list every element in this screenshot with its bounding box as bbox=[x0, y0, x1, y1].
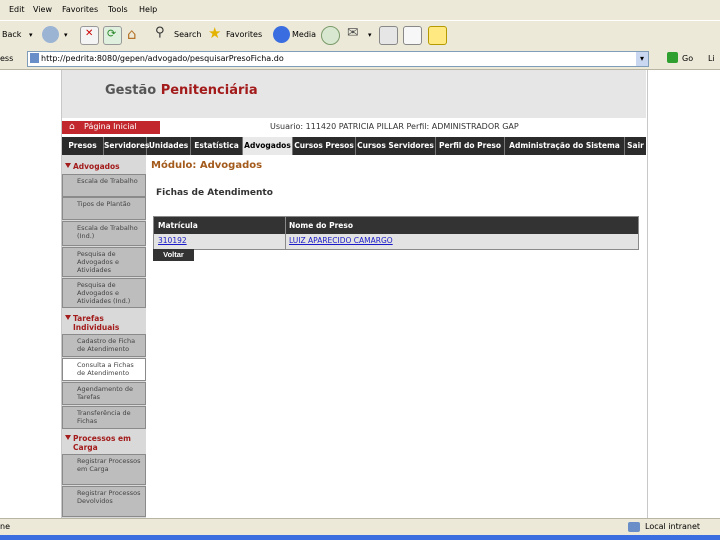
menu-edit[interactable]: Edit bbox=[9, 5, 25, 14]
nav-estatistica[interactable]: Estatística bbox=[191, 137, 243, 155]
collapse-arrow-icon bbox=[65, 315, 71, 320]
mail-icon[interactable]: ✉ bbox=[347, 25, 364, 43]
page-icon bbox=[30, 53, 39, 63]
status-bar: ne Local intranet bbox=[0, 518, 720, 536]
edit-icon[interactable] bbox=[403, 26, 422, 45]
links-label[interactable]: Li bbox=[708, 54, 715, 63]
go-button[interactable]: Go bbox=[682, 54, 693, 63]
address-url: http://pedrita:8080/gepen/advogado/pesqu… bbox=[41, 54, 284, 63]
table-header: Matrícula Nome do Preso bbox=[154, 217, 638, 234]
sidebar-item-pesquisa-de-advogados-ind[interactable]: Pesquisa de Advogados e Atividades (Ind.… bbox=[62, 278, 146, 308]
sidebar-item-tipos-de-plantao[interactable]: Tipos de Plantão bbox=[62, 197, 146, 220]
menu-view[interactable]: View bbox=[33, 5, 52, 14]
sidebar: Advogados Escala de Trabalho Tipos de Pl… bbox=[62, 155, 146, 518]
address-input[interactable]: http://pedrita:8080/gepen/advogado/pesqu… bbox=[27, 51, 649, 67]
search-icon[interactable]: ⚲ bbox=[154, 25, 171, 43]
table-row: 310192 LUIZ APARECIDO CAMARGO bbox=[154, 234, 638, 249]
brand-part2: Penitenciária bbox=[160, 83, 258, 98]
home-icon-small: ⌂ bbox=[69, 122, 75, 132]
favorites-button[interactable]: Favorites bbox=[226, 30, 262, 39]
nav-servidores[interactable]: Servidores bbox=[104, 137, 149, 155]
sidebar-item-pesquisa-de-advogados[interactable]: Pesquisa de Advogados e Atividades bbox=[62, 247, 146, 277]
main-nav: Presos Servidores Unidades Estatística A… bbox=[62, 137, 646, 155]
cell-nome-do-preso-link[interactable]: LUIZ APARECIDO CAMARGO bbox=[289, 236, 393, 245]
forward-icon[interactable] bbox=[42, 26, 59, 43]
nav-administracao[interactable]: Administração do Sistema bbox=[505, 137, 625, 155]
back-button[interactable]: Back bbox=[2, 30, 21, 39]
search-button[interactable]: Search bbox=[174, 30, 201, 39]
sidebar-item-agendamento-de-tarefas[interactable]: Agendamento de Tarefas bbox=[62, 382, 146, 405]
menu-tools[interactable]: Tools bbox=[108, 5, 128, 14]
sidebar-item-transferencia-de-fichas[interactable]: Transferência de Fichas bbox=[62, 406, 146, 429]
nav-unidades[interactable]: Unidades bbox=[147, 137, 191, 155]
cell-matricula-link[interactable]: 310192 bbox=[158, 236, 187, 245]
info-bar: ⌂ Página Inicial Usuario: 111420 PATRICI… bbox=[62, 118, 646, 136]
home-tab-label: Página Inicial bbox=[84, 122, 137, 131]
security-zone-label: Local intranet bbox=[645, 522, 701, 531]
media-icon[interactable] bbox=[273, 26, 290, 43]
voltar-button[interactable]: Voltar bbox=[153, 249, 194, 261]
sidebar-item-consulta-a-fichas[interactable]: Consulta a Fichas de Atendimento bbox=[62, 358, 146, 381]
sidebar-section-advogados[interactable]: Advogados bbox=[62, 162, 146, 172]
site-logo: Gestão Penitenciária bbox=[105, 83, 258, 98]
results-table: Matrícula Nome do Preso 310192 LUIZ APAR… bbox=[153, 216, 639, 250]
browser-toolbar: Back ▾ ▾ ✕ ⟳ ⌂ ⚲ Search ★ Favorites Medi… bbox=[0, 20, 720, 50]
taskbar bbox=[0, 535, 720, 540]
collapse-arrow-icon bbox=[65, 163, 71, 168]
nav-presos[interactable]: Presos bbox=[62, 137, 104, 155]
brand-part1: Gestão bbox=[105, 83, 157, 98]
back-dropdown-icon[interactable]: ▾ bbox=[29, 31, 33, 39]
nav-advogados[interactable]: Advogados bbox=[243, 137, 293, 155]
site-header: Gestão Penitenciária bbox=[62, 70, 646, 118]
print-icon[interactable] bbox=[379, 26, 398, 45]
nav-cursos-presos[interactable]: Cursos Presos bbox=[293, 137, 356, 155]
sidebar-item-escala-de-trabalho-ind[interactable]: Escala de Trabalho (Ind.) bbox=[62, 221, 146, 246]
address-label: ess bbox=[0, 54, 14, 63]
column-header-matricula[interactable]: Matrícula bbox=[158, 217, 198, 234]
stop-icon[interactable]: ✕ bbox=[80, 26, 99, 45]
intranet-icon bbox=[628, 522, 640, 532]
nav-cursos-servidores[interactable]: Cursos Servidores bbox=[356, 137, 436, 155]
sidebar-item-registrar-processos-devolvidos[interactable]: Registrar Processos Devolvidos bbox=[62, 486, 146, 517]
address-bar-row: ess http://pedrita:8080/gepen/advogado/p… bbox=[0, 49, 720, 70]
home-icon[interactable]: ⌂ bbox=[126, 25, 143, 43]
sidebar-item-cadastro-de-ficha[interactable]: Cadastro de Ficha de Atendimento bbox=[62, 334, 146, 357]
collapse-arrow-icon bbox=[65, 435, 71, 440]
menu-favorites[interactable]: Favorites bbox=[62, 5, 98, 14]
discuss-icon[interactable] bbox=[428, 26, 447, 45]
nav-sair[interactable]: Sair bbox=[625, 137, 646, 155]
sidebar-item-registrar-processos-em-carga[interactable]: Registrar Processos em Carga bbox=[62, 454, 146, 485]
history-icon[interactable] bbox=[321, 26, 340, 45]
refresh-icon[interactable]: ⟳ bbox=[103, 26, 122, 45]
column-header-nome-do-preso[interactable]: Nome do Preso bbox=[289, 217, 353, 234]
section-title: Fichas de Atendimento bbox=[156, 188, 273, 198]
sidebar-section-tarefas-individuais[interactable]: Tarefas Individuais bbox=[62, 314, 146, 332]
address-dropdown-icon[interactable]: ▾ bbox=[636, 52, 648, 66]
media-button[interactable]: Media bbox=[292, 30, 316, 39]
sidebar-item-escala-de-trabalho[interactable]: Escala de Trabalho bbox=[62, 174, 146, 197]
menu-bar: Edit View Favorites Tools Help bbox=[0, 0, 720, 20]
home-tab[interactable]: ⌂ Página Inicial bbox=[62, 121, 160, 134]
forward-dropdown-icon[interactable]: ▾ bbox=[64, 31, 68, 39]
nav-perfil-do-preso[interactable]: Perfil do Preso bbox=[436, 137, 505, 155]
mail-dropdown-icon[interactable]: ▾ bbox=[368, 31, 372, 39]
user-info: Usuario: 111420 PATRICIA PILLAR Perfil: … bbox=[270, 122, 519, 131]
menu-help[interactable]: Help bbox=[139, 5, 157, 14]
column-divider bbox=[285, 217, 286, 249]
status-text: ne bbox=[0, 522, 10, 531]
module-title: Módulo: Advogados bbox=[151, 160, 263, 171]
sidebar-section-processos-em-carga[interactable]: Processos em Carga bbox=[62, 434, 146, 452]
go-icon[interactable] bbox=[667, 52, 678, 63]
favorites-icon[interactable]: ★ bbox=[208, 24, 225, 43]
